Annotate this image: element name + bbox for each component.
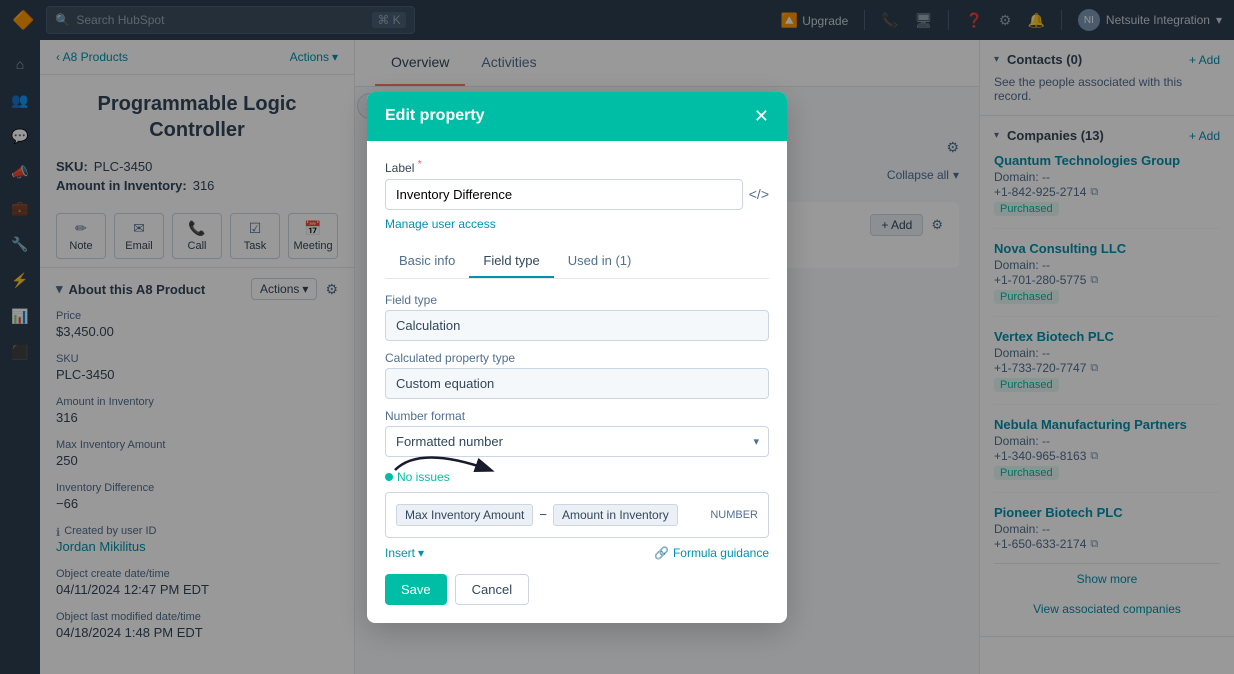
- formula-token-2: Amount in Inventory: [553, 504, 678, 526]
- no-issues-label: No issues: [397, 470, 450, 484]
- modal-overlay[interactable]: Edit property ✕ Label * </> Manage user …: [0, 0, 1234, 674]
- insert-btn[interactable]: Insert ▾: [385, 546, 424, 560]
- formula-number-label: NUMBER: [710, 509, 758, 521]
- modal-header: Edit property ✕: [367, 92, 787, 141]
- formula-area[interactable]: Max Inventory Amount − Amount in Invento…: [385, 492, 769, 538]
- modal-tab-used-in[interactable]: Used in (1): [554, 245, 646, 278]
- label-input[interactable]: [385, 179, 743, 210]
- label-input-row: </>: [385, 179, 769, 210]
- modal-title: Edit property: [385, 107, 485, 125]
- modal-tabs: Basic info Field type Used in (1): [385, 245, 769, 279]
- save-button[interactable]: Save: [385, 574, 447, 605]
- modal-tab-basic-info[interactable]: Basic info: [385, 245, 469, 278]
- insert-chevron-icon: ▾: [418, 546, 424, 560]
- modal-body: Label * </> Manage user access Basic inf…: [367, 141, 787, 623]
- formula-guidance-icon: 🔗: [654, 546, 669, 560]
- cancel-button[interactable]: Cancel: [455, 574, 529, 605]
- edit-property-modal: Edit property ✕ Label * </> Manage user …: [367, 92, 787, 623]
- insert-label: Insert: [385, 546, 415, 560]
- code-icon[interactable]: </>: [749, 186, 769, 202]
- formula-guidance-link[interactable]: 🔗 Formula guidance: [654, 546, 769, 560]
- formula-token-1: Max Inventory Amount: [396, 504, 533, 526]
- number-format-label: Number format: [385, 409, 769, 423]
- formula-guidance-label: Formula guidance: [673, 546, 769, 560]
- manage-access-link[interactable]: Manage user access: [385, 217, 496, 231]
- label-field-label-text: Label: [385, 161, 414, 175]
- modal-tab-field-type[interactable]: Field type: [469, 245, 553, 278]
- calc-type-label: Calculated property type: [385, 351, 769, 365]
- modal-close-button[interactable]: ✕: [754, 106, 769, 127]
- formula-minus: −: [539, 507, 547, 522]
- modal-actions: Save Cancel: [385, 574, 769, 605]
- no-issues-dot: [385, 473, 393, 481]
- field-type-value: Calculation: [385, 310, 769, 341]
- calc-type-value: Custom equation: [385, 368, 769, 399]
- formula-footer: Insert ▾ 🔗 Formula guidance: [385, 546, 769, 560]
- number-format-select[interactable]: Formatted number Unformatted number Curr…: [385, 426, 769, 457]
- no-issues-badge: No issues: [385, 470, 450, 484]
- field-type-label: Field type: [385, 293, 769, 307]
- label-field-label: Label *: [385, 159, 769, 175]
